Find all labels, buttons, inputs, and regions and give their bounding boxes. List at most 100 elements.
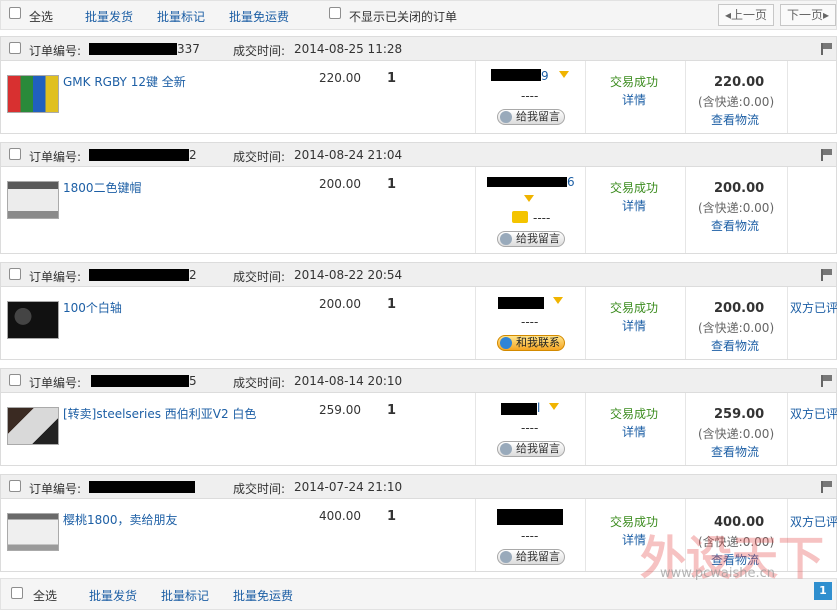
- total-price: 259.00: [714, 407, 765, 422]
- buyer-name-tail[interactable]: l: [537, 401, 540, 415]
- order-checkbox[interactable]: [9, 42, 21, 54]
- select-all-label[interactable]: 全选: [29, 8, 53, 25]
- select-all-checkbox[interactable]: [9, 7, 21, 19]
- quantity: 1: [387, 71, 397, 86]
- select-all-label-bottom[interactable]: 全选: [33, 587, 57, 604]
- redacted-buyer: [501, 403, 537, 415]
- redacted-order-no: [89, 481, 195, 493]
- shipping-fee: (含快递:0.00): [698, 95, 775, 109]
- product-title-link[interactable]: 1800二色键帽: [63, 179, 142, 196]
- message-bubble-icon[interactable]: [512, 211, 528, 223]
- deal-time: 2014-08-22 20:54: [294, 268, 403, 282]
- batch-free-shipping-link[interactable]: 批量免运费: [229, 8, 289, 25]
- order-checkbox[interactable]: [9, 480, 21, 492]
- filter-icon[interactable]: [559, 71, 569, 78]
- status-text: 交易成功: [610, 301, 659, 315]
- order-no-tail: 2: [189, 148, 197, 162]
- batch-mark-link-bottom[interactable]: 批量标记: [161, 587, 209, 604]
- product-title-link[interactable]: [转卖]steelseries 西伯利亚V2 白色: [63, 405, 256, 422]
- deal-time: 2014-07-24 21:10: [294, 480, 403, 494]
- chat-bubble-icon: [500, 551, 512, 563]
- product-thumbnail[interactable]: [7, 513, 59, 551]
- prev-page-label: 上一页: [731, 8, 768, 22]
- filter-icon[interactable]: [549, 403, 559, 410]
- buyer-name-tail[interactable]: 9: [541, 69, 549, 83]
- leave-message-label: 给我留言: [516, 550, 560, 563]
- redacted-buyer: [491, 69, 541, 81]
- leave-message-button[interactable]: 给我留言: [497, 549, 565, 565]
- select-all-checkbox-bottom[interactable]: [11, 587, 23, 599]
- leave-message-label: 给我留言: [516, 110, 560, 123]
- leave-message-button[interactable]: 给我留言: [497, 231, 565, 247]
- order-no-label: 订单编号:: [29, 376, 82, 390]
- deal-time: 2014-08-24 21:04: [294, 148, 403, 162]
- redacted-order-no: [89, 43, 177, 55]
- order-body: GMK RGBY 12键 全新 220.00 1 9 ---- 给我留言 交易成…: [1, 61, 836, 133]
- unit-price: 200.00: [319, 297, 361, 311]
- flag-icon[interactable]: [821, 481, 833, 493]
- next-page-button[interactable]: 下一页▸: [780, 4, 837, 26]
- shipping-fee: (含快递:0.00): [698, 427, 775, 441]
- batch-mark-link[interactable]: 批量标记: [157, 8, 205, 25]
- details-link[interactable]: 详情: [622, 423, 646, 440]
- leave-message-button[interactable]: 给我留言: [497, 441, 565, 457]
- dashes: ----: [521, 89, 539, 103]
- product-thumbnail[interactable]: [7, 301, 59, 339]
- order-checkbox[interactable]: [9, 148, 21, 160]
- status-text: 交易成功: [610, 75, 659, 89]
- view-logistics-link[interactable]: 查看物流: [711, 217, 759, 234]
- deal-time-label: 成交时间:: [233, 482, 286, 496]
- dashes: ----: [521, 421, 539, 435]
- batch-ship-link-bottom[interactable]: 批量发货: [89, 587, 137, 604]
- product-title-link[interactable]: GMK RGBY 12键 全新: [63, 73, 186, 90]
- product-title-link[interactable]: 100个白轴: [63, 299, 122, 316]
- order-header: 订单编号: 2 成交时间: 2014-08-24 21:04: [1, 143, 836, 167]
- order-card: 订单编号: 2 成交时间: 2014-08-24 21:04 1800二色键帽 …: [0, 142, 837, 254]
- deal-time: 2014-08-25 11:28: [294, 42, 403, 56]
- order-checkbox[interactable]: [9, 374, 21, 386]
- flag-icon[interactable]: [821, 43, 833, 55]
- details-link[interactable]: 详情: [622, 91, 646, 108]
- watermark-url: www.pcwaishe.cn: [660, 566, 775, 581]
- batch-free-shipping-link-bottom[interactable]: 批量免运费: [233, 587, 293, 604]
- view-logistics-link[interactable]: 查看物流: [711, 337, 759, 354]
- hide-closed-checkbox[interactable]: [329, 7, 341, 19]
- order-no-label: 订单编号:: [29, 44, 82, 58]
- leave-message-button[interactable]: 给我留言: [497, 109, 565, 125]
- view-logistics-link[interactable]: 查看物流: [711, 443, 759, 460]
- order-checkbox[interactable]: [9, 268, 21, 280]
- chat-bubble-icon: [500, 233, 512, 245]
- dashes: ----: [533, 211, 551, 225]
- order-card: 订单编号: 2 成交时间: 2014-08-22 20:54 100个白轴 20…: [0, 262, 837, 360]
- review-status[interactable]: 双方已评: [790, 405, 837, 422]
- filter-icon[interactable]: [524, 195, 534, 202]
- prev-page-button[interactable]: ◂上一页: [718, 4, 775, 26]
- shipping-fee: (含快递:0.00): [698, 201, 775, 215]
- order-header: 订单编号: 2 成交时间: 2014-08-22 20:54: [1, 263, 836, 287]
- product-thumbnail[interactable]: [7, 407, 59, 445]
- chat-icon: [500, 337, 512, 349]
- details-link[interactable]: 详情: [622, 317, 646, 334]
- product-thumbnail[interactable]: [7, 75, 59, 113]
- deal-time-label: 成交时间:: [233, 270, 286, 284]
- details-link[interactable]: 详情: [622, 197, 646, 214]
- hide-closed-label[interactable]: 不显示已关闭的订单: [349, 8, 457, 25]
- product-title-link[interactable]: 樱桃1800，卖给朋友: [63, 511, 178, 528]
- contact-me-button[interactable]: 和我联系: [497, 335, 565, 351]
- chat-bubble-icon: [500, 443, 512, 455]
- total-price: 220.00: [714, 75, 765, 90]
- leave-message-label: 给我留言: [516, 232, 560, 245]
- flag-icon[interactable]: [821, 149, 833, 161]
- flag-icon[interactable]: [821, 375, 833, 387]
- review-status[interactable]: 双方已评: [790, 299, 837, 316]
- shipping-fee: (含快递:0.00): [698, 321, 775, 335]
- status-text: 交易成功: [610, 407, 659, 421]
- view-logistics-link[interactable]: 查看物流: [711, 111, 759, 128]
- quantity: 1: [387, 177, 397, 192]
- product-thumbnail[interactable]: [7, 181, 59, 219]
- batch-ship-link[interactable]: 批量发货: [85, 8, 133, 25]
- filter-icon[interactable]: [553, 297, 563, 304]
- buyer-name-tail[interactable]: 6: [567, 175, 575, 189]
- redacted-order-no: [89, 149, 189, 161]
- flag-icon[interactable]: [821, 269, 833, 281]
